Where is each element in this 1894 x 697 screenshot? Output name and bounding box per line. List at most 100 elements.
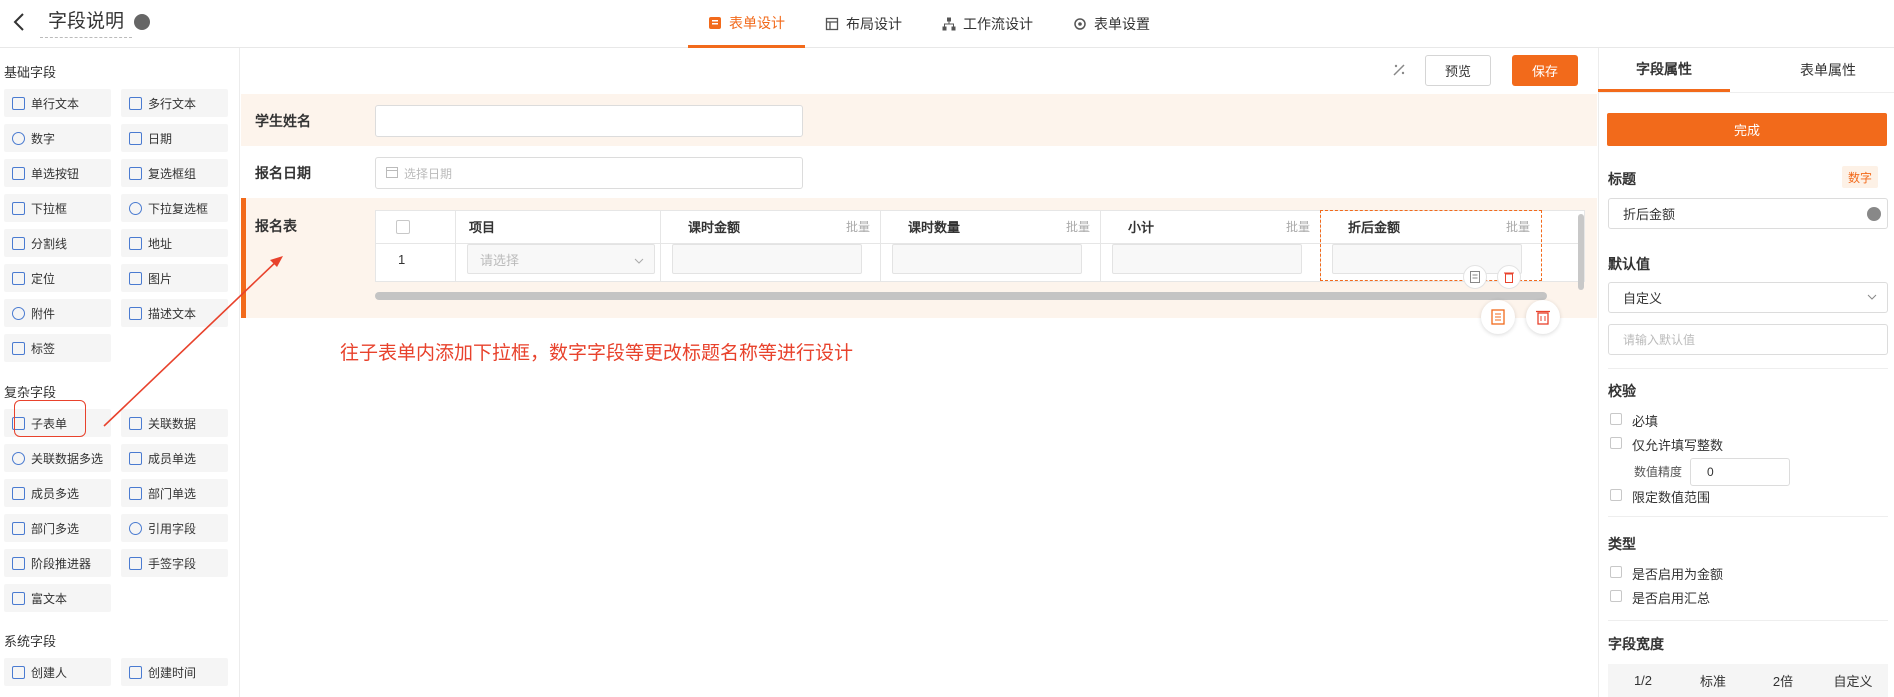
date-placeholder: 选择日期 [404, 166, 453, 181]
palette-field[interactable]: 下拉复选框 [121, 194, 228, 222]
field-type-icon [129, 486, 142, 500]
palette-field[interactable]: 单行文本 [4, 89, 111, 117]
tab-label: 工作流设计 [963, 16, 1033, 32]
default-mode-select[interactable]: 自定义 [1608, 282, 1888, 313]
palette-field[interactable]: 附件 [4, 299, 111, 327]
palette-field[interactable]: 单选按钮 [4, 159, 111, 187]
save-button[interactable]: 保存 [1512, 55, 1578, 86]
palette-field[interactable]: 日期 [121, 124, 228, 152]
as-amount-checkbox[interactable] [1610, 566, 1622, 578]
integer-only-checkbox[interactable] [1610, 437, 1622, 449]
subform-column-header[interactable]: 小计 批量 [1128, 210, 1320, 244]
section-divider [1608, 516, 1888, 517]
width-option-half[interactable]: 1/2 [1608, 673, 1678, 688]
as-sum-label: 是否启用汇总 [1632, 591, 1711, 606]
required-checkbox[interactable] [1610, 413, 1622, 425]
calendar-icon [386, 166, 398, 181]
select-all-checkbox[interactable] [396, 220, 410, 234]
delete-field-icon[interactable] [1526, 300, 1560, 334]
palette-field-label: 多行文本 [148, 96, 197, 111]
number-cell-input[interactable] [1112, 244, 1302, 274]
palette-field[interactable]: 复选框组 [121, 159, 228, 187]
row-number: 1 [398, 252, 406, 267]
column-separator [1100, 210, 1101, 282]
palette-field[interactable]: 地址 [121, 229, 228, 257]
palette-field[interactable]: 关联数据 [121, 409, 228, 437]
subform-column-header[interactable]: 课时金额 批量 [688, 210, 880, 244]
number-cell-input[interactable] [672, 244, 862, 274]
title-input[interactable]: 折后金额 [1608, 198, 1888, 229]
globe-icon[interactable] [1867, 207, 1881, 221]
palette-field-label: 下拉复选框 [148, 201, 209, 216]
copy-field-icon[interactable] [1481, 300, 1515, 334]
tab-form-design[interactable]: 表单设计 [688, 0, 805, 48]
palette-field-label: 描述文本 [148, 306, 197, 321]
done-button[interactable]: 完成 [1607, 113, 1887, 146]
preview-button[interactable]: 预览 [1425, 55, 1491, 86]
subform-column-header[interactable]: 项目 [469, 210, 660, 244]
page-title[interactable]: 字段说明 [40, 8, 133, 38]
batch-link[interactable]: 批量 [1286, 218, 1310, 235]
gear-icon [1073, 17, 1087, 31]
tab-label: 布局设计 [846, 16, 902, 32]
subform-column-header[interactable]: 课时数量 批量 [908, 210, 1100, 244]
palette-field[interactable]: 手签字段 [121, 549, 228, 577]
width-option-double[interactable]: 2倍 [1748, 671, 1818, 690]
palette-field[interactable]: 关联数据多选 [4, 444, 111, 472]
tab-field-properties[interactable]: 字段属性 [1598, 48, 1730, 92]
field-type-icon [12, 591, 25, 605]
palette-field[interactable]: 描述文本 [121, 299, 228, 327]
palette-field-label: 关联数据多选 [31, 451, 104, 466]
tab-workflow-design[interactable]: 工作流设计 [922, 0, 1053, 48]
copy-column-icon[interactable] [1463, 265, 1487, 289]
number-cell-input[interactable] [892, 244, 1082, 274]
globe-icon[interactable] [134, 14, 150, 30]
precision-input[interactable]: 0 [1690, 458, 1790, 486]
palette-field[interactable]: 定位 [4, 264, 111, 292]
palette-field[interactable]: 阶段推进器 [4, 549, 111, 577]
palette-field[interactable]: 标签 [4, 334, 111, 362]
field-type-icon [129, 271, 142, 285]
column-title: 课时数量 [908, 220, 961, 235]
batch-link[interactable]: 批量 [1066, 218, 1090, 235]
palette-field[interactable]: 创建时间 [121, 658, 228, 686]
project-select[interactable]: 请选择 [467, 244, 655, 274]
top-bar: 字段说明 表单设计 布局设计 工作流设计 表单设置 [0, 0, 1894, 48]
magic-wand-icon[interactable] [1393, 63, 1406, 79]
horizontal-scrollbar[interactable] [375, 292, 1547, 300]
palette-field[interactable]: 部门单选 [121, 479, 228, 507]
palette-field-label: 图片 [148, 271, 173, 286]
column-title: 项目 [469, 220, 496, 235]
palette-field-label: 创建人 [31, 665, 68, 680]
tab-form-properties[interactable]: 表单属性 [1762, 48, 1894, 92]
vertical-scrollbar[interactable] [1578, 214, 1584, 290]
palette-field[interactable]: 图片 [121, 264, 228, 292]
palette-field[interactable]: 数字 [4, 124, 111, 152]
palette-field[interactable]: 成员多选 [4, 479, 111, 507]
tab-layout-design[interactable]: 布局设计 [805, 0, 922, 48]
palette-field[interactable]: 下拉框 [4, 194, 111, 222]
limit-range-checkbox[interactable] [1610, 489, 1622, 501]
as-amount-label: 是否启用为金额 [1632, 567, 1724, 582]
delete-column-icon[interactable] [1497, 265, 1521, 289]
palette-field[interactable]: 多行文本 [121, 89, 228, 117]
as-sum-checkbox[interactable] [1610, 590, 1622, 602]
back-arrow-icon[interactable] [12, 12, 32, 34]
width-option-standard[interactable]: 标准 [1678, 671, 1748, 690]
student-name-input[interactable] [375, 105, 803, 137]
palette-field[interactable]: 部门多选 [4, 514, 111, 542]
signup-date-input[interactable]: 选择日期 [375, 157, 803, 189]
palette-field[interactable]: 创建人 [4, 658, 111, 686]
width-option-custom[interactable]: 自定义 [1818, 671, 1888, 690]
title-label: 标题 [1608, 171, 1636, 187]
palette-field[interactable]: 分割线 [4, 229, 111, 257]
field-type-icon [129, 166, 142, 180]
default-value-input[interactable]: 请输入默认值 [1608, 324, 1888, 355]
palette-field[interactable]: 富文本 [4, 584, 111, 612]
palette-field-label: 复选框组 [148, 166, 197, 181]
palette-field[interactable]: 成员单选 [121, 444, 228, 472]
tab-form-settings[interactable]: 表单设置 [1053, 0, 1170, 48]
batch-link[interactable]: 批量 [846, 218, 870, 235]
palette-field-label: 创建时间 [148, 665, 197, 680]
palette-field[interactable]: 引用字段 [121, 514, 228, 542]
